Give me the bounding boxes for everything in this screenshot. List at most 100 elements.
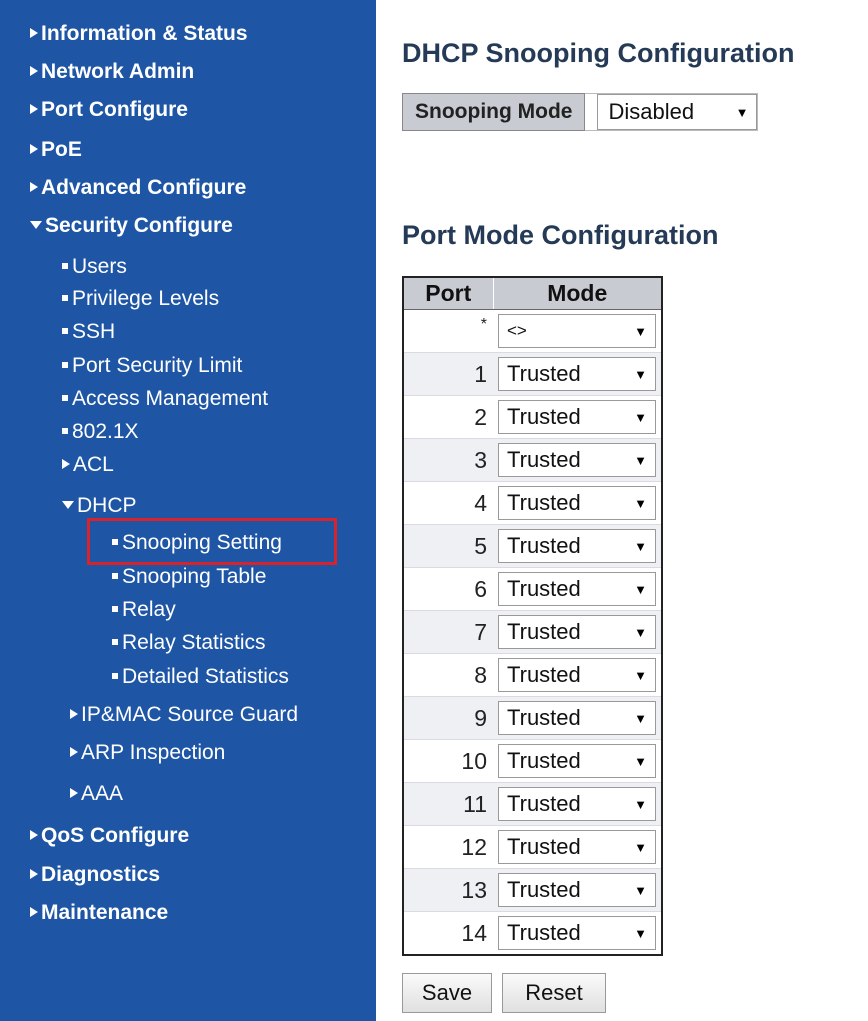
sidebar-item-relay-statistics[interactable]: Relay Statistics [112, 631, 266, 655]
sidebar-item-poe[interactable]: PoE [30, 138, 82, 162]
caret-right-icon [70, 747, 78, 758]
caret-right-icon [30, 104, 38, 115]
sidebar-item-privilege-levels[interactable]: Privilege Levels [62, 287, 219, 311]
port-mode-select[interactable]: Trusted ▼ [498, 787, 656, 821]
port-mode-select[interactable]: Trusted ▼ [498, 830, 656, 864]
port-mode-select[interactable]: Trusted ▼ [498, 572, 656, 606]
dropdown-arrow-icon: ▼ [634, 710, 647, 726]
port-number: 8 [403, 653, 493, 697]
dropdown-arrow-icon: ▼ [634, 581, 647, 597]
snooping-mode-select[interactable]: Disabled ▼ [597, 94, 758, 130]
table-row: 1 Trusted ▼ [403, 352, 662, 396]
table-row: 4 Trusted ▼ [403, 481, 662, 525]
port-number: 4 [403, 481, 493, 525]
table-row: 11 Trusted ▼ [403, 782, 662, 826]
sidebar: Information & Status Network Admin Port … [0, 0, 376, 1021]
port-mode-value: Trusted [507, 920, 581, 945]
sidebar-item-8021x[interactable]: 802.1X [62, 420, 139, 444]
port-number: 10 [403, 739, 493, 783]
snooping-mode-table: Snooping Mode Disabled ▼ [401, 93, 759, 131]
caret-right-icon [30, 182, 38, 193]
port-mode-select[interactable]: Trusted ▼ [498, 873, 656, 907]
port-mode-select[interactable]: Trusted ▼ [498, 529, 656, 563]
caret-right-icon [70, 788, 78, 799]
dropdown-arrow-icon: ▼ [634, 366, 647, 382]
sidebar-item-information-status[interactable]: Information & Status [30, 22, 248, 46]
caret-right-icon [30, 28, 38, 39]
sidebar-item-arp-inspection[interactable]: ARP Inspection [70, 741, 225, 765]
port-mode-value: Trusted [507, 705, 581, 730]
port-number: 13 [403, 868, 493, 912]
dropdown-arrow-icon: ▼ [634, 495, 647, 511]
save-button[interactable]: Save [402, 973, 492, 1013]
sidebar-item-detailed-statistics[interactable]: Detailed Statistics [112, 665, 289, 689]
bullet-icon [62, 328, 68, 335]
port-mode-select[interactable]: Trusted ▼ [498, 916, 656, 950]
dropdown-arrow-icon: ▼ [634, 409, 647, 425]
port-mode-value: Trusted [507, 662, 581, 687]
port-mode-select[interactable]: Trusted ▼ [498, 658, 656, 692]
dropdown-arrow-icon: ▼ [634, 796, 647, 812]
table-row: 12 Trusted ▼ [403, 825, 662, 869]
sidebar-item-port-configure[interactable]: Port Configure [30, 98, 188, 122]
sidebar-item-network-admin[interactable]: Network Admin [30, 60, 194, 84]
port-mode-select[interactable]: <> ▼ [498, 314, 656, 348]
port-mode-select[interactable]: Trusted ▼ [498, 400, 656, 434]
port-mode-value: Trusted [507, 619, 581, 644]
dropdown-arrow-icon: ▼ [634, 323, 647, 339]
sidebar-item-port-security-limit[interactable]: Port Security Limit [62, 354, 242, 378]
dropdown-arrow-icon: ▼ [634, 882, 647, 898]
port-mode-select[interactable]: Trusted ▼ [498, 701, 656, 735]
sidebar-item-ssh[interactable]: SSH [62, 320, 115, 344]
table-row: * <> ▼ [403, 309, 662, 353]
sidebar-item-ip-mac-source-guard[interactable]: IP&MAC Source Guard [70, 703, 298, 727]
sidebar-item-access-management[interactable]: Access Management [62, 387, 268, 411]
sidebar-item-dhcp[interactable]: DHCP [62, 494, 137, 518]
caret-right-icon [30, 869, 38, 880]
sidebar-item-relay[interactable]: Relay [112, 598, 176, 622]
table-row: 5 Trusted ▼ [403, 524, 662, 568]
table-row: 6 Trusted ▼ [403, 567, 662, 611]
caret-down-icon [30, 221, 42, 230]
sidebar-item-users[interactable]: Users [62, 255, 127, 279]
port-mode-value: Trusted [507, 533, 581, 558]
bullet-icon [62, 395, 68, 402]
dropdown-arrow-icon: ▼ [634, 667, 647, 683]
port-mode-value: Trusted [507, 361, 581, 386]
table-row: 14 Trusted ▼ [403, 911, 662, 956]
port-number: 3 [403, 438, 493, 482]
sidebar-item-snooping-table[interactable]: Snooping Table [112, 565, 266, 589]
port-mode-value: Trusted [507, 404, 581, 429]
port-mode-select[interactable]: Trusted ▼ [498, 486, 656, 520]
dropdown-arrow-icon: ▼ [634, 839, 647, 855]
port-number: 11 [403, 782, 493, 826]
dropdown-arrow-icon: ▼ [634, 452, 647, 468]
reset-button[interactable]: Reset [502, 973, 606, 1013]
caret-right-icon [30, 907, 38, 918]
table-row: 3 Trusted ▼ [403, 438, 662, 482]
port-mode-select[interactable]: Trusted ▼ [498, 357, 656, 391]
port-number: 1 [403, 352, 493, 396]
selection-highlight [87, 518, 337, 565]
port-mode-select[interactable]: Trusted ▼ [498, 443, 656, 477]
dropdown-arrow-icon: ▼ [634, 753, 647, 769]
port-mode-value: Trusted [507, 576, 581, 601]
port-mode-value: Trusted [507, 877, 581, 902]
sidebar-item-diagnostics[interactable]: Diagnostics [30, 863, 160, 887]
sidebar-item-qos-configure[interactable]: QoS Configure [30, 824, 189, 848]
sidebar-item-advanced-configure[interactable]: Advanced Configure [30, 176, 246, 200]
sidebar-item-security-configure[interactable]: Security Configure [30, 214, 233, 238]
bullet-icon [62, 295, 68, 302]
port-number: 14 [403, 911, 493, 956]
bullet-icon [112, 673, 118, 680]
port-number: 7 [403, 610, 493, 654]
sidebar-item-acl[interactable]: ACL [62, 453, 114, 477]
port-mode-select[interactable]: Trusted ▼ [498, 615, 656, 649]
port-mode-select[interactable]: Trusted ▼ [498, 744, 656, 778]
bullet-icon [112, 573, 118, 580]
port-mode-value: Trusted [507, 490, 581, 515]
sidebar-item-maintenance[interactable]: Maintenance [30, 901, 168, 925]
sidebar-item-aaa[interactable]: AAA [70, 782, 123, 806]
dropdown-arrow-icon: ▼ [735, 104, 749, 120]
port-mode-table: Port Mode * <> ▼ 1 Trusted ▼ 2 Trusted ▼ 3 Trusted… [402, 276, 663, 956]
